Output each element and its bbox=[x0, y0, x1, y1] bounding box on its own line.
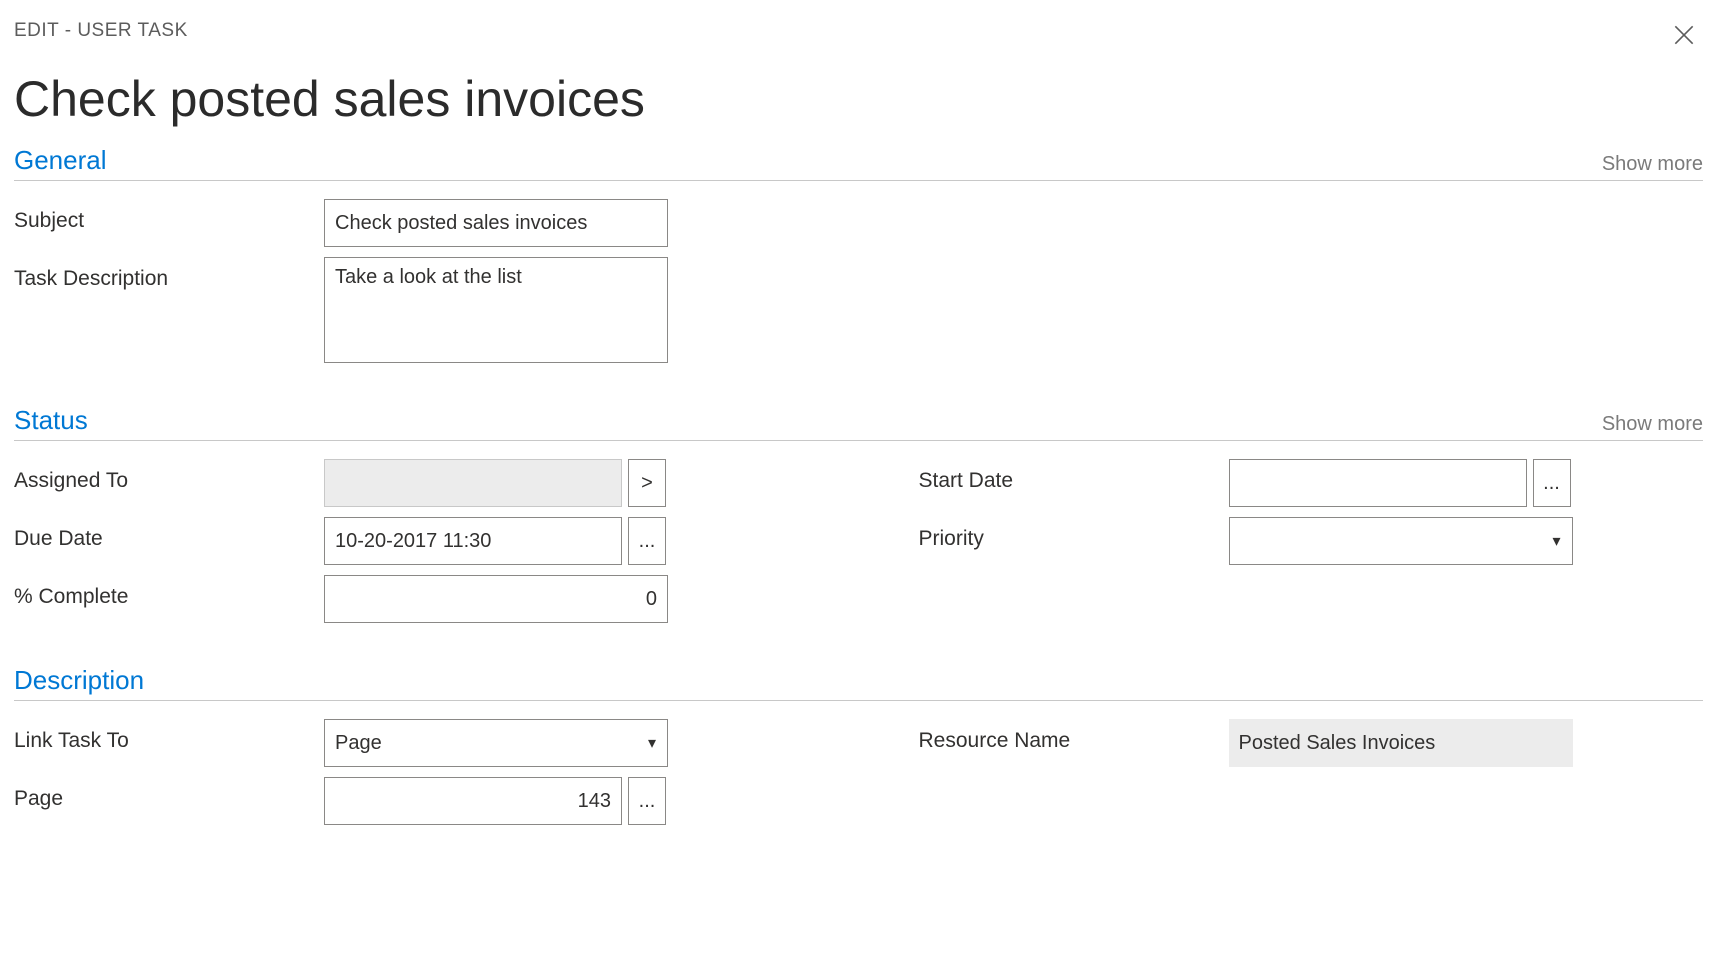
show-more-general[interactable]: Show more bbox=[1602, 153, 1703, 176]
close-icon[interactable] bbox=[1665, 20, 1703, 54]
task-description-input[interactable]: Take a look at the list bbox=[324, 257, 668, 363]
label-task-description: Task Description bbox=[14, 257, 324, 291]
assigned-to-lookup-button[interactable]: > bbox=[628, 459, 666, 507]
priority-select[interactable] bbox=[1229, 517, 1573, 565]
link-task-to-select[interactable]: Page bbox=[324, 719, 668, 767]
subject-input[interactable] bbox=[324, 199, 668, 247]
start-date-picker-button[interactable]: ... bbox=[1533, 459, 1571, 507]
section-description: Description Link Task To Page Page bbox=[14, 665, 1703, 835]
due-date-input[interactable] bbox=[324, 517, 622, 565]
section-status: Status Show more Assigned To > Due Date … bbox=[14, 405, 1703, 633]
resource-name-value: Posted Sales Invoices bbox=[1229, 719, 1573, 767]
due-date-picker-button[interactable]: ... bbox=[628, 517, 666, 565]
percent-complete-input[interactable] bbox=[324, 575, 668, 623]
breadcrumb: EDIT - USER TASK bbox=[14, 20, 188, 42]
section-general: General Show more Subject Task Descripti… bbox=[14, 145, 1703, 373]
label-subject: Subject bbox=[14, 199, 324, 233]
label-assigned-to: Assigned To bbox=[14, 459, 324, 493]
label-priority: Priority bbox=[919, 517, 1229, 551]
show-more-status[interactable]: Show more bbox=[1602, 413, 1703, 436]
page-input[interactable] bbox=[324, 777, 622, 825]
label-resource-name: Resource Name bbox=[919, 719, 1229, 753]
label-link-task-to: Link Task To bbox=[14, 719, 324, 753]
label-percent-complete: % Complete bbox=[14, 575, 324, 609]
section-title-general[interactable]: General bbox=[14, 145, 107, 176]
start-date-input[interactable] bbox=[1229, 459, 1527, 507]
section-title-status[interactable]: Status bbox=[14, 405, 88, 436]
section-title-description[interactable]: Description bbox=[14, 665, 144, 696]
page-lookup-button[interactable]: ... bbox=[628, 777, 666, 825]
label-start-date: Start Date bbox=[919, 459, 1229, 493]
page-title: Check posted sales invoices bbox=[14, 72, 1703, 127]
assigned-to-input[interactable] bbox=[324, 459, 622, 507]
label-page: Page bbox=[14, 777, 324, 811]
label-due-date: Due Date bbox=[14, 517, 324, 551]
